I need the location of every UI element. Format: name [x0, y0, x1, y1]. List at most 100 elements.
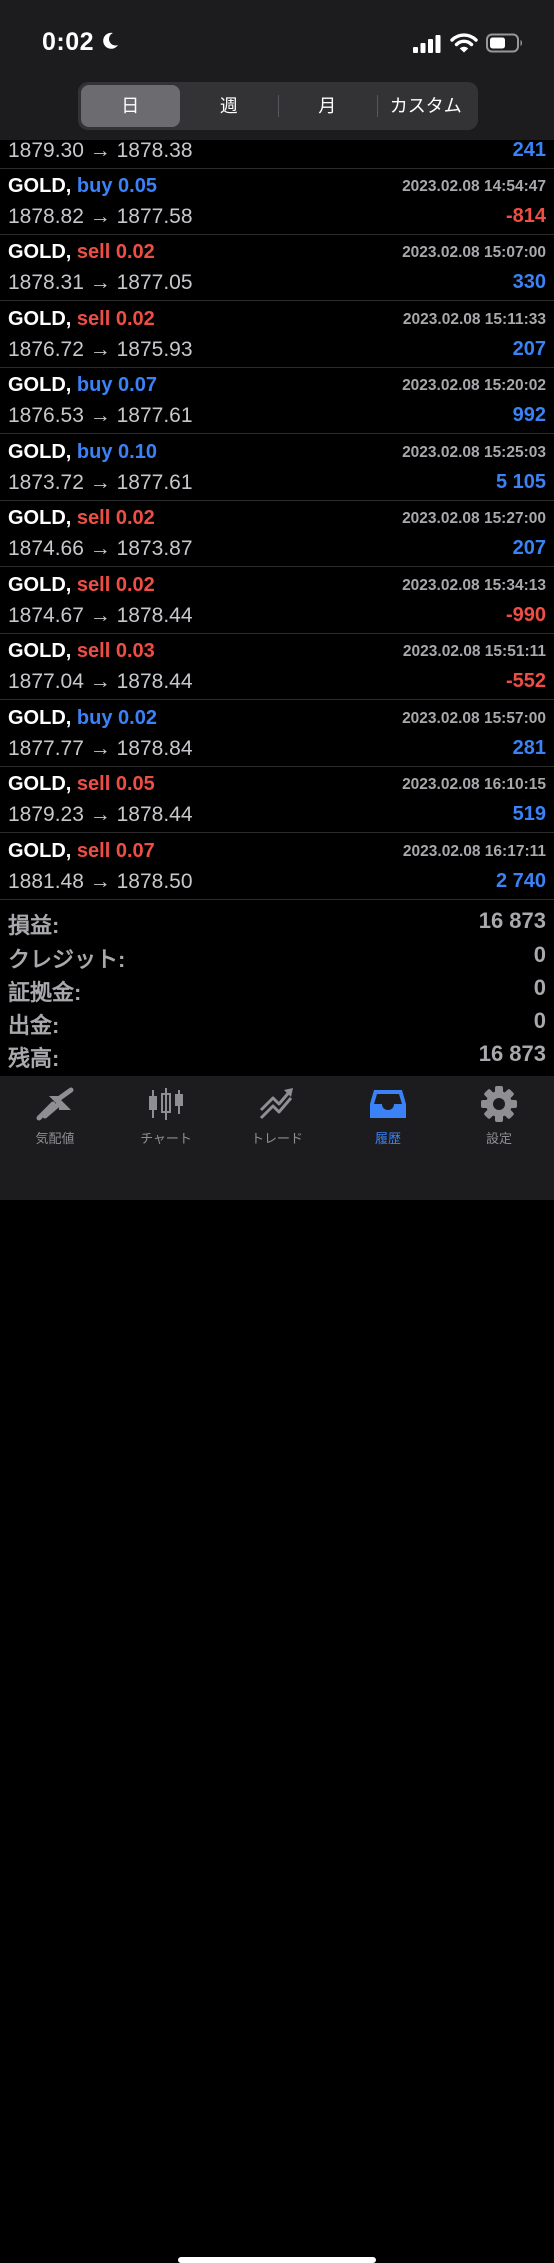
trade-datetime: 2023.02.08 15:07:00: [402, 244, 546, 261]
header: 0:02 日 週 月 カスタム: [0, 0, 554, 140]
trade-symbol: GOLD, sell 0.02: [8, 308, 155, 330]
trade-prices: 1873.72 → 1877.61: [8, 471, 193, 494]
tab-quotes[interactable]: 気配値: [10, 1086, 100, 1147]
trade-datetime: 2023.02.08 15:25:03: [402, 444, 546, 461]
trade-symbol: GOLD, buy 0.05: [8, 175, 157, 197]
trade-symbol: GOLD, buy 0.07: [8, 374, 157, 396]
trade-profit: 207: [512, 338, 546, 360]
trade-prices: 1874.66 → 1873.87: [8, 537, 193, 560]
summary-profit-row: 損益: 16 873: [0, 905, 554, 938]
summary-label: 損益:: [8, 913, 60, 938]
trade-prices: 1874.67 → 1878.44: [8, 604, 193, 627]
summary-label: 残高:: [8, 1046, 60, 1071]
cellular-signal-icon: [413, 35, 441, 53]
summary-label: 証拠金:: [8, 980, 82, 1005]
trade-row[interactable]: GOLD, buy 0.05 2023.02.08 14:54:47 1878.…: [0, 169, 554, 235]
trade-row[interactable]: GOLD, sell 0.02 2023.02.08 15:11:33 1876…: [0, 302, 554, 368]
summary-value: 16 873: [478, 1041, 546, 1066]
trade-row[interactable]: GOLD, sell 0.07 2023.02.08 16:17:11 1881…: [0, 834, 554, 900]
trade-profit: 207: [512, 537, 546, 559]
trade-datetime: 2023.02.08 15:34:13: [402, 577, 546, 594]
trade-profit: 5 105: [495, 471, 546, 493]
trade-datetime: 2023.02.08 15:11:33: [402, 311, 546, 328]
status-bar: 0:02: [0, 0, 554, 80]
period-segmented-control: 日 週 月 カスタム: [78, 82, 478, 130]
quotes-icon: [36, 1087, 74, 1121]
summary-value: 0: [533, 975, 546, 1000]
tab-history[interactable]: 履歴: [343, 1086, 433, 1147]
history-icon: [370, 1090, 406, 1118]
trade-icon: [259, 1088, 293, 1120]
trade-row[interactable]: GOLD, sell 0.03 2023.02.08 15:51:11 1877…: [0, 634, 554, 700]
trade-prices: 1878.82 → 1877.58: [8, 205, 193, 228]
trade-datetime: 2023.02.08 14:54:47: [402, 178, 546, 195]
tab-week[interactable]: 週: [180, 85, 279, 127]
trade-profit: -990: [505, 604, 546, 626]
trade-profit: 992: [512, 404, 546, 426]
status-time: 0:02: [42, 28, 95, 56]
tab-label: 設定: [485, 1131, 512, 1146]
summary-credit-row: クレジット: 0: [0, 939, 554, 972]
trade-row[interactable]: GOLD, sell 0.02 2023.02.08 15:07:00 1878…: [0, 235, 554, 301]
trade-profit: 241: [512, 140, 546, 161]
tab-trade[interactable]: トレード: [232, 1086, 322, 1147]
trade-symbol: GOLD, sell 0.03: [8, 640, 155, 662]
summary-balance-row: 残高: 16 873: [0, 1038, 554, 1071]
trade-row[interactable]: GOLD, sell 0.05 2023.02.08 16:10:15 1879…: [0, 767, 554, 833]
history-list[interactable]: 1879.30 → 1878.38 241 GOLD, buy 0.05 202…: [0, 140, 554, 900]
trade-symbol: GOLD, sell 0.02: [8, 574, 155, 596]
trade-prices: 1877.04 → 1878.44: [8, 670, 193, 693]
trade-profit: 330: [512, 271, 546, 293]
trade-prices: 1877.77 → 1878.84: [8, 737, 193, 760]
trade-profit: 281: [512, 737, 546, 759]
trade-datetime: 2023.02.08 16:17:11: [402, 843, 546, 860]
trade-prices: 1881.48 → 1878.50: [8, 870, 193, 893]
trade-datetime: 2023.02.08 15:51:11: [402, 643, 546, 660]
trade-symbol: GOLD, sell 0.02: [8, 507, 155, 529]
trade-symbol: GOLD, buy 0.10: [8, 441, 157, 463]
trade-prices: 1879.30 → 1878.38: [8, 140, 193, 162]
trade-row[interactable]: GOLD, sell 0.02 2023.02.08 15:27:00 1874…: [0, 501, 554, 567]
trade-prices: 1876.72 → 1875.93: [8, 338, 193, 361]
tab-label: チャート: [140, 1131, 192, 1146]
summary-withdrawal-row: 出金: 0: [0, 1005, 554, 1038]
tab-day[interactable]: 日: [81, 85, 180, 127]
trade-row[interactable]: GOLD, sell 0.02 2023.02.08 15:34:13 1874…: [0, 568, 554, 634]
trade-row[interactable]: 1879.30 → 1878.38 241: [0, 140, 554, 169]
trade-datetime: 2023.02.08 15:20:02: [402, 377, 546, 394]
trade-symbol: GOLD, sell 0.07: [8, 840, 155, 862]
summary-value: 16 873: [478, 908, 546, 933]
tab-label: 気配値: [35, 1131, 75, 1146]
tab-settings[interactable]: 設定: [454, 1086, 544, 1147]
tab-label: トレード: [250, 1131, 303, 1146]
battery-icon: [486, 33, 522, 53]
summary-value: 0: [533, 1008, 546, 1033]
trade-prices: 1879.23 → 1878.44: [8, 803, 193, 826]
trade-row[interactable]: GOLD, buy 0.07 2023.02.08 15:20:02 1876.…: [0, 368, 554, 434]
trade-row[interactable]: GOLD, buy 0.10 2023.02.08 15:25:03 1873.…: [0, 435, 554, 501]
trade-datetime: 2023.02.08 15:27:00: [402, 510, 546, 527]
home-indicator[interactable]: [178, 2257, 376, 2263]
summary-margin-row: 証拠金: 0: [0, 972, 554, 1005]
tab-chart[interactable]: チャート: [121, 1086, 211, 1147]
trade-profit: -552: [505, 670, 546, 692]
trade-profit: 519: [512, 803, 546, 825]
trade-datetime: 2023.02.08 15:57:00: [402, 710, 546, 727]
trade-profit: -814: [505, 205, 546, 227]
tab-month[interactable]: 月: [278, 85, 377, 127]
trade-prices: 1878.31 → 1877.05: [8, 271, 193, 294]
trade-datetime: 2023.02.08 16:10:15: [402, 776, 546, 793]
trade-symbol: GOLD, buy 0.02: [8, 707, 157, 729]
moon-icon: [103, 32, 118, 49]
summary-value: 0: [533, 942, 546, 967]
bottom-tab-bar: 気配値 チャート トレード 履歴 設定: [0, 1076, 554, 2263]
trade-profit: 2 740: [495, 870, 546, 892]
chart-icon: [149, 1088, 183, 1120]
tab-label: 履歴: [374, 1131, 401, 1146]
summary-label: クレジット:: [8, 947, 126, 972]
summary-label: 出金:: [8, 1013, 60, 1038]
trade-row[interactable]: GOLD, buy 0.02 2023.02.08 15:57:00 1877.…: [0, 701, 554, 767]
tab-custom[interactable]: カスタム: [376, 85, 476, 127]
trade-symbol: GOLD, sell 0.02: [8, 241, 155, 263]
wifi-icon: [450, 33, 478, 53]
